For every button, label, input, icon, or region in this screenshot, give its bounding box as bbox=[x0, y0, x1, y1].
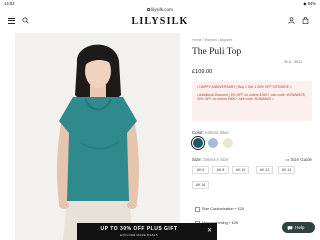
size-option-uk14[interactable]: UK 14 bbox=[278, 166, 295, 174]
sku-label: SKU : 8812 bbox=[284, 60, 303, 64]
promo-box: • HAPPY ANNIVERSARY | Buy 1 Get 1 25% OF… bbox=[192, 81, 312, 121]
size-customization-option[interactable]: Size Customization + £25 bbox=[202, 207, 244, 211]
breadcrumb[interactable]: Home / Women / Apparel bbox=[192, 38, 232, 42]
size-option-uk6[interactable]: UK 6 bbox=[192, 166, 209, 174]
promo-line-discount[interactable]: • Additional Discount | 5% OFF on orders… bbox=[197, 93, 307, 102]
promo-line-anniversary[interactable]: • HAPPY ANNIVERSARY | Buy 1 Get 1 25% OF… bbox=[197, 85, 307, 90]
color-label-text: Color: bbox=[192, 130, 204, 135]
color-swatch-cream[interactable] bbox=[223, 138, 233, 148]
size-guide-link[interactable]: ▭ Size Guide bbox=[285, 157, 312, 163]
battery-status: ◆ 84% bbox=[303, 1, 316, 6]
size-row: Size: Select A Size ▭ Size Guide bbox=[192, 157, 312, 162]
help-label: Help bbox=[295, 225, 305, 230]
color-value: Antistic Blue bbox=[204, 130, 229, 135]
model-photo bbox=[15, 33, 180, 240]
account-icon[interactable] bbox=[288, 17, 295, 25]
lock-icon bbox=[147, 8, 151, 11]
site-header: LILYSILK bbox=[0, 16, 320, 28]
size-label: Size: bbox=[192, 157, 202, 162]
size-guide-label: Size Guide bbox=[290, 157, 312, 162]
close-icon[interactable]: ✕ bbox=[207, 228, 212, 234]
size-value: Select A Size bbox=[203, 157, 229, 162]
banner-subtext: EXPLORE MORE DEALS bbox=[120, 233, 158, 237]
promo-banner[interactable]: UP TO 30% OFF PLUS GIFT EXPLORE MORE DEA… bbox=[77, 223, 217, 240]
address-bar[interactable]: lilysilk.com bbox=[0, 7, 320, 16]
status-time: 14:02 bbox=[4, 1, 15, 6]
url-text: lilysilk.com bbox=[151, 7, 173, 12]
shopping-bag-icon[interactable] bbox=[302, 17, 309, 25]
size-customization-checkbox[interactable] bbox=[195, 206, 200, 212]
color-swatch-teal[interactable] bbox=[191, 136, 205, 150]
site-logo[interactable]: LILYSILK bbox=[0, 16, 320, 27]
product-title: The Puli Top bbox=[192, 47, 242, 57]
product-image[interactable] bbox=[15, 33, 180, 240]
size-option-uk12[interactable]: UK 12 bbox=[256, 166, 273, 174]
color-swatch-light-blue[interactable] bbox=[208, 138, 218, 148]
product-price: £109.00 bbox=[192, 69, 213, 75]
size-option-uk10[interactable]: UK 10 bbox=[232, 166, 249, 174]
help-button[interactable]: Help bbox=[282, 222, 315, 233]
size-option-uk8[interactable]: UK 8 bbox=[212, 166, 229, 174]
size-option-uk16[interactable]: UK 16 bbox=[192, 181, 209, 189]
color-label: Color: Antistic Blue bbox=[192, 130, 229, 135]
chat-icon bbox=[287, 225, 293, 230]
banner-headline: UP TO 30% OFF PLUS GIFT bbox=[100, 226, 178, 232]
